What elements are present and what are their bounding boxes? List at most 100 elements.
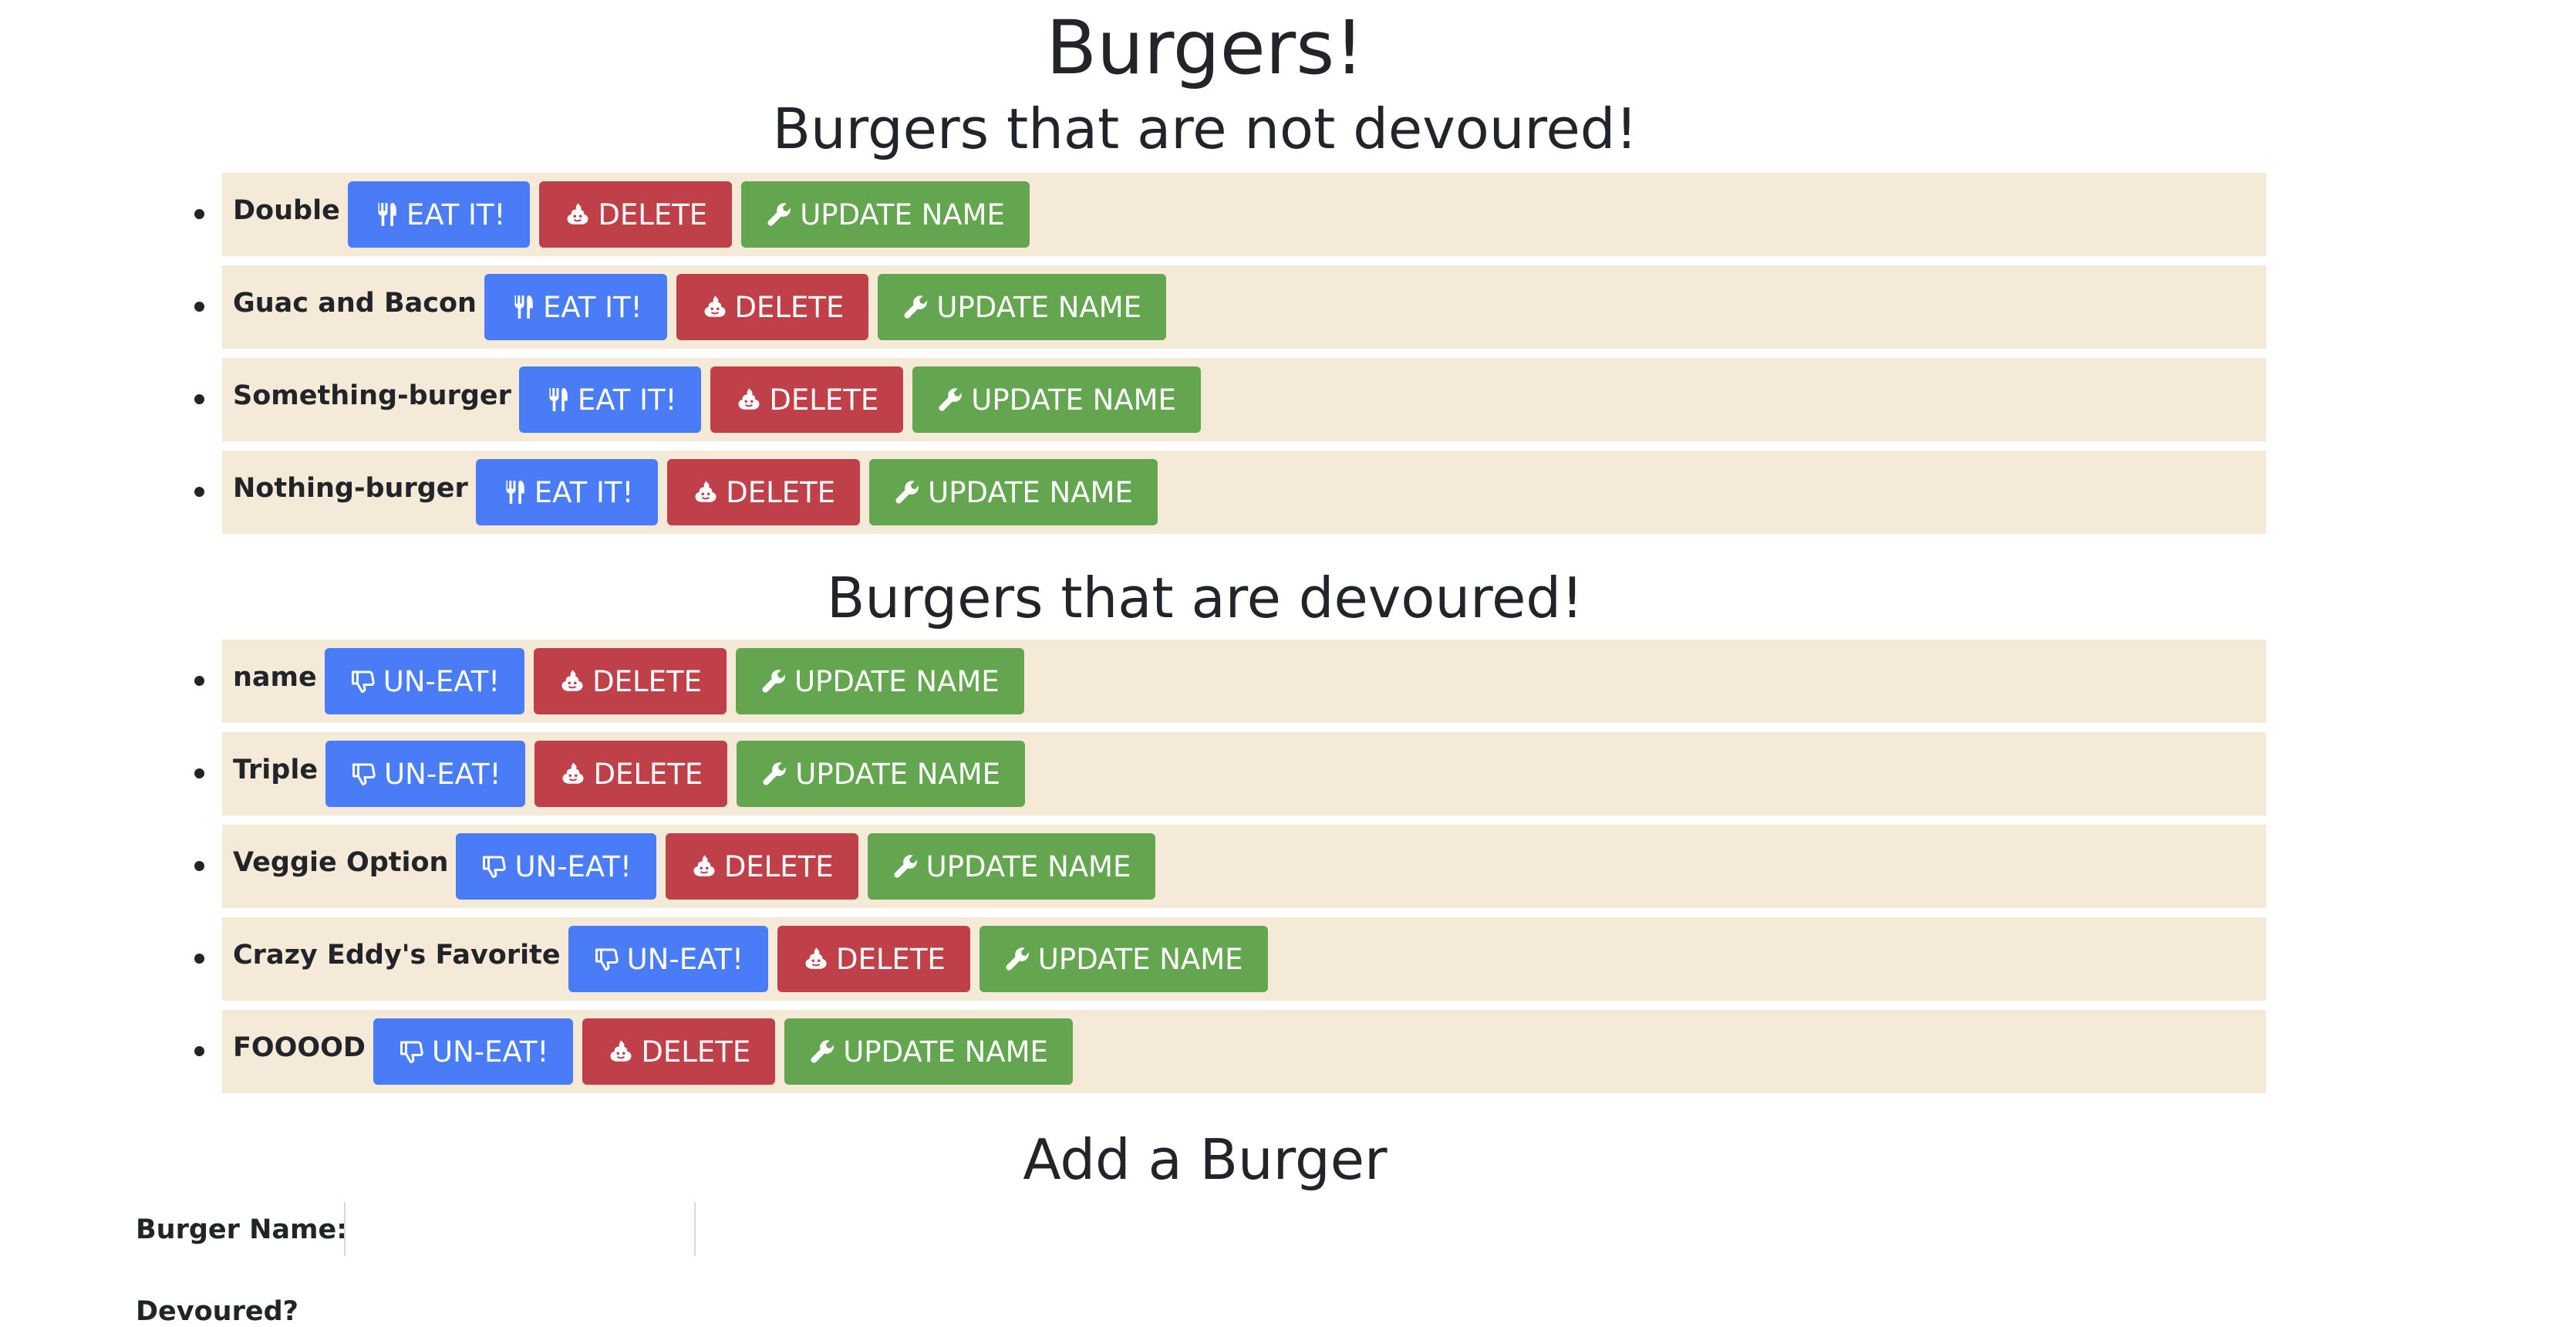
bullet-marker [194,1046,204,1056]
burger-list-item: FOOOOD UN-EAT! DELETE UPDATE NAME [0,1010,2576,1093]
un-eat-button[interactable]: UN-EAT! [373,1018,574,1085]
burger-name: Nothing-burger [233,473,468,504]
burger-name: Veggie Option [233,847,449,878]
burger-list-item: Crazy Eddy's Favorite UN-EAT! DELETE UPDATE… [0,917,2576,1001]
delete-button-label: DELETE [641,1035,751,1069]
delete-button-label: DELETE [592,664,702,698]
burger-row: Veggie Option UN-EAT! DELETE UPDATE NAME [222,825,2266,908]
update-name-button[interactable]: UPDATE NAME [735,648,1024,714]
page-title: Burgers! [1046,5,1364,91]
burger-list-item: name UN-EAT! DELETE UPDATE NAME [0,640,2576,723]
un-eat-button[interactable]: UN-EAT! [325,741,526,807]
delete-button[interactable]: DELETE [665,833,858,900]
delete-button-label: DELETE [598,198,708,231]
delete-button[interactable]: DELETE [534,741,728,807]
burger-list-item: Double EAT IT! DELETE UPDATE NAME [0,173,2576,256]
update-name-button-label: UPDATE NAME [1037,942,1243,976]
poop-icon [692,478,726,506]
delete-button[interactable]: DELETE [777,926,970,992]
bullet-marker [194,394,204,404]
un-eat-button[interactable]: UN-EAT! [568,926,768,992]
burger-name-input[interactable] [344,1202,696,1256]
delete-button-label: DELETE [769,383,879,417]
wrench-icon [1004,945,1038,973]
thumbs-down-icon [350,760,384,788]
devoured-list: name UN-EAT! DELETE UPDATE NAME Triple UN-EAT… [0,640,2576,1102]
un-eat-button[interactable]: UN-EAT! [456,833,656,900]
un-eat-button[interactable]: UN-EAT! [324,648,525,714]
update-name-button[interactable]: UPDATE NAME [869,459,1158,525]
burger-row: Nothing-burger EAT IT! DELETE UPDATE NAME [222,451,2266,534]
burger-name: Double [233,195,340,226]
update-name-button-label: UPDATE NAME [971,383,1176,417]
update-name-button-label: UPDATE NAME [795,757,1000,791]
eat-it-button[interactable]: EAT IT! [347,181,531,248]
poop-icon [607,1038,641,1065]
un-eat-button-label: UN-EAT! [383,664,501,698]
burger-name: FOOOOD [233,1032,366,1063]
eat-it-button[interactable]: EAT IT! [518,366,702,433]
wrench-icon [809,1038,843,1065]
eat-it-button[interactable]: EAT IT! [484,274,667,340]
thumbs-down-icon [593,945,627,973]
devoured-label: Devoured? [136,1296,298,1327]
burger-name: name [233,662,317,693]
eat-it-button[interactable]: EAT IT! [475,459,659,525]
bullet-marker [194,861,204,871]
update-name-button-label: UPDATE NAME [928,475,1133,509]
wrench-icon [894,478,928,506]
update-name-button[interactable]: UPDATE NAME [912,366,1201,433]
wrench-icon [766,201,800,228]
update-name-button[interactable]: UPDATE NAME [784,1018,1073,1085]
add-burger-heading: Add a Burger [1023,1127,1387,1192]
devoured-heading: Burgers that are devoured! [827,566,1583,630]
burger-row: Triple UN-EAT! DELETE UPDATE NAME [222,732,2266,815]
delete-button[interactable]: DELETE [667,459,861,525]
update-name-button-label: UPDATE NAME [794,664,1000,698]
delete-button-label: DELETE [723,849,834,883]
delete-button[interactable]: DELETE [534,648,727,714]
poop-icon [559,760,593,788]
burger-name: Guac and Bacon [233,288,477,319]
delete-button[interactable]: DELETE [710,366,904,433]
update-name-button-label: UPDATE NAME [843,1035,1048,1069]
delete-button-label: DELETE [835,942,946,976]
un-eat-button-label: UN-EAT! [384,757,501,791]
delete-button[interactable]: DELETE [676,274,869,340]
update-name-button[interactable]: UPDATE NAME [737,741,1025,807]
bullet-marker [194,676,204,686]
burger-name: Triple [233,755,319,785]
poop-icon [701,293,735,321]
burger-list-item: Triple UN-EAT! DELETE UPDATE NAME [0,732,2576,815]
update-name-button[interactable]: UPDATE NAME [878,274,1167,340]
bullet-marker [194,954,204,964]
eat-it-button-label: EAT IT! [406,198,506,231]
wrench-icon [937,386,971,414]
eat-it-button-label: EAT IT! [542,290,642,324]
update-name-button[interactable]: UPDATE NAME [979,926,1268,992]
poop-icon [558,667,592,695]
delete-button-label: DELETE [593,757,703,791]
burger-row: Guac and Bacon EAT IT! DELETE UPDATE NAME [222,265,2266,349]
delete-button-label: DELETE [734,290,845,324]
burger-list-item: Guac and Bacon EAT IT! DELETE UPDATE NAME [0,265,2576,349]
bullet-marker [194,487,204,497]
update-name-button-label: UPDATE NAME [926,849,1131,883]
update-name-button[interactable]: UPDATE NAME [741,181,1030,248]
burger-list-item: Veggie Option UN-EAT! DELETE UPDATE NAME [0,825,2576,908]
update-name-button[interactable]: UPDATE NAME [867,833,1156,900]
delete-button[interactable]: DELETE [539,181,733,248]
burger-name: Something-burger [233,380,511,411]
un-eat-button-label: UN-EAT! [514,849,632,883]
poop-icon [735,386,769,414]
thumbs-down-icon [349,667,383,695]
utensils-icon [509,293,543,321]
bullet-marker [194,768,204,778]
burger-row: Crazy Eddy's Favorite UN-EAT! DELETE UPDATE… [222,917,2266,1001]
delete-button[interactable]: DELETE [582,1018,776,1085]
eat-it-button-label: EAT IT! [577,383,677,417]
bullet-marker [194,302,204,312]
burger-name: Crazy Eddy's Favorite [233,940,561,971]
not-devoured-list: Double EAT IT! DELETE UPDATE NAME Guac and B… [0,173,2576,543]
utensils-icon [501,478,534,506]
